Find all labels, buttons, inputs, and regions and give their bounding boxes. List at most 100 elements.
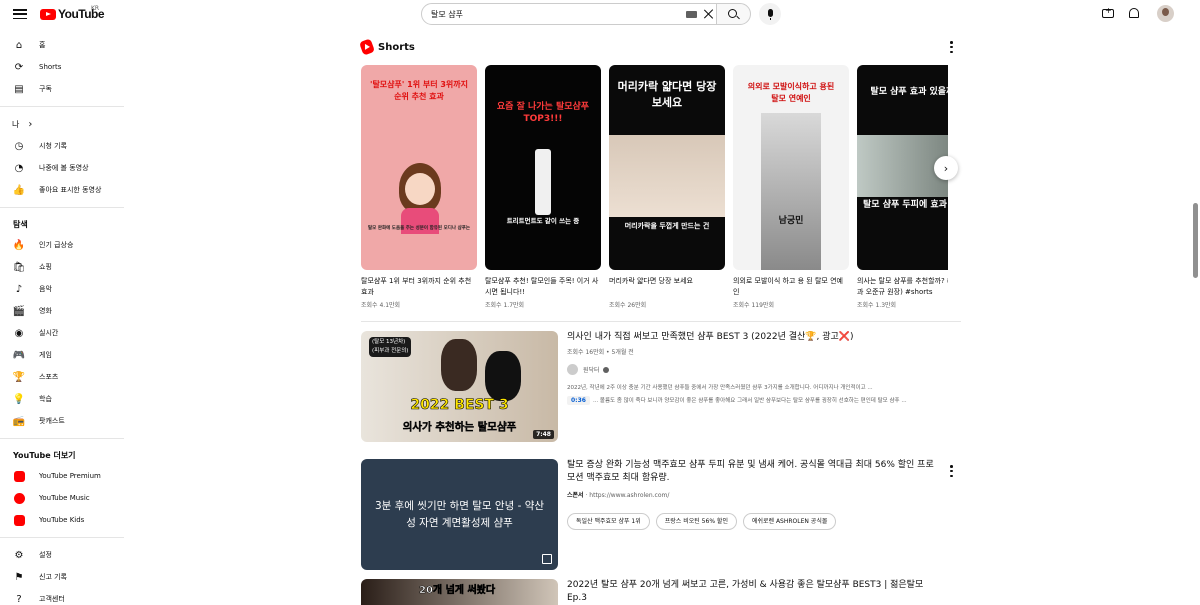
shopping-icon: 🛍	[12, 261, 26, 273]
short-item[interactable]: 머리카락 얇다면 당장 보세요 머리카락을 두껍게 만드는 건 머리카락 얇다면…	[609, 65, 725, 309]
external-link-icon[interactable]	[542, 554, 552, 564]
masthead: YouTube KR	[0, 0, 1200, 28]
short-title[interactable]: 의외로 모발이식 하고 용 된 탈모 연예인	[733, 276, 849, 298]
timestamp-chip[interactable]: 0:36	[567, 396, 590, 405]
ad-result[interactable]: 3분 후에 씻기만 하면 탈모 안녕 - 약산성 자연 계면활성제 샴푸 탈모 …	[361, 459, 961, 570]
sidebar-item-you[interactable]: 나 ›	[0, 113, 124, 135]
video-result[interactable]: 20개 넘게 써봤다 2022년 탈모 샴푸 20개 넘게 써보고 고른, 가성…	[361, 579, 961, 605]
thumbnail-caption: 트리트먼트도 같이 쓰는 중	[506, 217, 580, 225]
video-title[interactable]: 의사인 내가 직접 써보고 만족했던 샴푸 BEST 3 (2022년 결산🏆,…	[567, 331, 937, 344]
short-thumbnail[interactable]: 의외로 모발이식하고 용된 탈모 연예인 남궁민	[733, 65, 849, 270]
short-views: 조회수 1.3만회	[857, 302, 897, 309]
sidebar-item-watch-later[interactable]: ◔ 나중에 볼 동영상	[0, 157, 124, 179]
thumbnail-text: 20개 넘게 써봤다	[419, 585, 496, 597]
search-input[interactable]	[431, 9, 671, 19]
ad-more-icon[interactable]	[950, 465, 953, 477]
video-result[interactable]: (탈모 13년차) (피부과 전문의) 2022 BEST 3 의사가 추천하는…	[361, 331, 961, 446]
ad-sitelink-chip[interactable]: 프랑스 비오틴 56% 할인	[655, 513, 737, 530]
channel-row[interactable]: 원닥터	[567, 364, 937, 375]
sidebar-item-youtube-music[interactable]: YouTube Music	[0, 487, 124, 509]
settings-icon: ⚙	[14, 549, 24, 561]
sponsor-url[interactable]: https://www.ashrolen.com/	[589, 492, 669, 499]
sidebar-item-settings[interactable]: ⚙ 설정	[0, 544, 124, 566]
create-icon[interactable]	[1102, 6, 1114, 18]
notifications-icon[interactable]	[1129, 8, 1139, 18]
short-thumbnail[interactable]: 머리카락 얇다면 당장 보세요 머리카락을 두껍게 만드는 건	[609, 65, 725, 270]
voice-search-button[interactable]	[759, 3, 781, 25]
video-thumbnail[interactable]: (탈모 13년차) (피부과 전문의) 2022 BEST 3 의사가 추천하는…	[361, 331, 558, 442]
sidebar-item-podcasts[interactable]: 📻 팟캐스트	[0, 410, 124, 432]
thumbnail-caption: 머리카락을 두껍게 만드는 건	[624, 222, 710, 230]
short-item[interactable]: 요즘 잘 나가는 탈모샴푸 TOP3!!! 트리트먼트도 같이 쓰는 중 탈모샴…	[485, 65, 601, 309]
clear-search-icon[interactable]	[703, 8, 715, 20]
sidebar-item-youtube-kids[interactable]: YouTube Kids	[0, 509, 124, 531]
movie-icon: 🎬	[12, 305, 26, 317]
shorts-more-icon[interactable]	[950, 41, 953, 53]
sidebar-item-label: 신고 기록	[39, 573, 67, 581]
short-title[interactable]: 머리카락 얇다면 당장 보세요	[609, 276, 725, 298]
video-thumbnail[interactable]: 20개 넘게 써봤다	[361, 579, 558, 605]
thumbnail-text: 머리카락 얇다면 당장 보세요	[617, 80, 717, 109]
menu-icon[interactable]	[12, 6, 28, 22]
ad-sitelink-chip[interactable]: 에쉬로렌 ASHROLEN 공식몰	[742, 513, 837, 530]
sidebar-item-subscriptions[interactable]: ▤ 구독	[0, 78, 124, 100]
short-thumbnail[interactable]: '탈모샴푸' 1위 부터 3위까지 순위 추천 효과 탈모 완화에 도움을 주는…	[361, 65, 477, 270]
ad-title[interactable]: 탈모 증상 완화 기능성 맥주효모 샴푸 두피 유분 및 냄새 케어. 공식몰 …	[567, 459, 937, 485]
video-duration: 7:48	[533, 430, 554, 439]
sidebar-item-gaming[interactable]: 🎮 게임	[0, 344, 124, 366]
sidebar-item-label: 음악	[39, 285, 52, 293]
timestamp-snippet[interactable]: 0:36... 볼륨도 좀 많이 죽다 보니까 양모감이 좋은 샴푸를 좋아해요…	[567, 396, 937, 406]
hair-illustration	[609, 135, 725, 217]
sidebar-item-help[interactable]: ? 고객센터	[0, 588, 124, 605]
channel-name[interactable]: 원닥터	[583, 365, 600, 374]
channel-avatar[interactable]	[567, 364, 578, 375]
search-button[interactable]	[716, 3, 751, 25]
ad-thumbnail[interactable]: 3분 후에 씻기만 하면 탈모 안녕 - 약산성 자연 계면활성제 샴푸	[361, 459, 558, 570]
short-thumbnail[interactable]: 요즘 잘 나가는 탈모샴푸 TOP3!!! 트리트먼트도 같이 쓰는 중	[485, 65, 601, 270]
live-icon: ◉	[14, 327, 24, 339]
video-snippet: 2022년, 작년에 2주 이상 충분 기간 사용했던 샴푸들 중에서 가장 만…	[567, 385, 873, 391]
history-icon: ◷	[14, 140, 24, 152]
short-views: 조회수 4.1만회	[361, 302, 401, 309]
sidebar-item-label: 설정	[39, 551, 52, 559]
sidebar-item-label: 실시간	[39, 329, 59, 337]
short-item[interactable]: 탈모 샴푸 효과 있을까? 탈모 샴푸 두피에 효과 없 의사는 탈모 샴푸를 …	[857, 65, 948, 309]
learning-icon: 💡	[12, 393, 26, 405]
sidebar-item-liked[interactable]: 👍 좋아요 표시한 동영상	[0, 179, 124, 201]
thumbnail-text: 의외로 모발이식하고 용된 탈모 연예인	[747, 82, 835, 103]
short-item[interactable]: '탈모샴푸' 1위 부터 3위까지 순위 추천 효과 탈모 완화에 도움을 주는…	[361, 65, 477, 309]
page-scrollbar[interactable]	[1193, 203, 1198, 278]
sidebar-item-youtube-premium[interactable]: YouTube Premium	[0, 465, 124, 487]
sidebar-item-trending[interactable]: 🔥 인기 급상승	[0, 234, 124, 256]
short-title[interactable]: 탈모샴푸 추천! 탈모인들 주목! 이거 사시면 됩니다!!	[485, 276, 601, 298]
sidebar-item-music[interactable]: ♪ 음악	[0, 278, 124, 300]
short-title[interactable]: 탈모샴푸 1위 부터 3위까지 순위 추천 효과	[361, 276, 477, 298]
sidebar-item-learning[interactable]: 💡 학습	[0, 388, 124, 410]
verified-icon	[602, 366, 609, 373]
account-avatar[interactable]	[1157, 5, 1174, 22]
shorts-icon: ⟳	[14, 61, 24, 73]
sidebar-item-sports[interactable]: 🏆 스포츠	[0, 366, 124, 388]
like-icon: 👍	[12, 184, 26, 196]
music-icon: ♪	[15, 283, 23, 295]
shorts-next-button[interactable]: ›	[934, 156, 958, 180]
sidebar-item-shopping[interactable]: 🛍 쇼핑	[0, 256, 124, 278]
podcast-icon: 📻	[12, 415, 26, 427]
sidebar-item-history[interactable]: ◷ 시청 기록	[0, 135, 124, 157]
thumbnail-text: 2022 BEST 3	[410, 397, 509, 414]
sidebar-item-movies[interactable]: 🎬 영화	[0, 300, 124, 322]
keyboard-icon[interactable]	[686, 11, 697, 18]
sidebar-item-label: 나중에 볼 동영상	[39, 164, 89, 172]
help-icon: ?	[16, 593, 22, 605]
sidebar-item-home[interactable]: ⌂ 홈	[0, 34, 124, 56]
sidebar-item-label: 홈	[39, 41, 46, 49]
video-title[interactable]: 2022년 탈모 샴푸 20개 넘게 써보고 고른, 가성비 & 사용감 좋은 …	[567, 579, 937, 605]
short-title[interactable]: 의사는 탈모 샴푸를 추천할까? 리치피부과 오준규 원장) #shorts	[857, 276, 948, 298]
sidebar-item-shorts[interactable]: ⟳ Shorts	[0, 56, 124, 78]
sidebar-item-report-history[interactable]: ⚑ 신고 기록	[0, 566, 124, 588]
shorts-shelf: '탈모샴푸' 1위 부터 3위까지 순위 추천 효과 탈모 완화에 도움을 주는…	[361, 65, 948, 315]
sidebar-item-live[interactable]: ◉ 실시간	[0, 322, 124, 344]
sidebar-item-label: 쇼핑	[39, 263, 52, 271]
short-item[interactable]: 의외로 모발이식하고 용된 탈모 연예인 남궁민 의외로 모발이식 하고 용 된…	[733, 65, 849, 309]
ad-sitelink-chip[interactable]: 독일산 맥주효모 샴푸 1위	[567, 513, 650, 530]
